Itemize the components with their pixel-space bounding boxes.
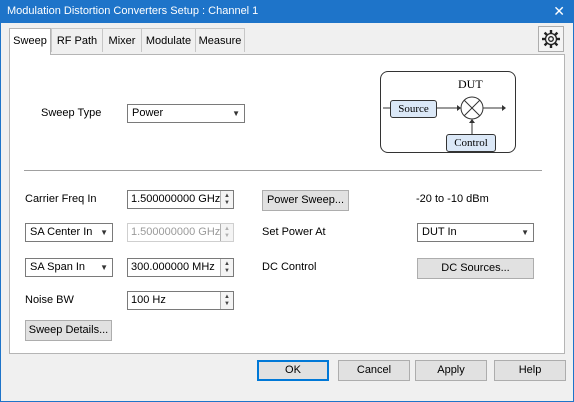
sa-span-select-value: SA Span In xyxy=(30,261,86,273)
dc-control-label: DC Control xyxy=(262,261,317,273)
sa-span-input[interactable]: 300.000000 MHz ▲ ▼ xyxy=(127,258,234,277)
sweep-type-select[interactable]: Power ▼ xyxy=(127,104,245,123)
sa-span-value: 300.000000 MHz xyxy=(131,261,215,273)
tab-measure[interactable]: Measure xyxy=(195,28,245,52)
noise-bw-label: Noise BW xyxy=(25,294,74,306)
sa-center-select[interactable]: SA Center In ▼ xyxy=(25,223,113,242)
chevron-down-icon: ▼ xyxy=(232,109,240,118)
carrier-freq-spinner[interactable]: ▲ ▼ xyxy=(220,191,233,208)
ok-button[interactable]: OK xyxy=(257,360,329,381)
sa-center-select-value: SA Center In xyxy=(30,226,93,238)
tab-mixer[interactable]: Mixer xyxy=(102,28,142,52)
tab-modulate[interactable]: Modulate xyxy=(141,28,196,52)
chevron-down-icon: ▼ xyxy=(100,228,108,237)
sa-center-input: 1.500000000 GHz ▲ ▼ xyxy=(127,223,234,242)
power-range-text: -20 to -10 dBm xyxy=(416,193,489,205)
sa-center-spinner: ▲ ▼ xyxy=(220,224,233,241)
chevron-down-icon: ▼ xyxy=(100,263,108,272)
close-icon[interactable]: ✕ xyxy=(553,3,565,20)
power-sweep-button[interactable]: Power Sweep... xyxy=(262,190,349,211)
tab-rf-path[interactable]: RF Path xyxy=(51,28,103,52)
dut-diagram: DUT Source Control xyxy=(380,71,516,153)
noise-bw-spinner[interactable]: ▲ ▼ xyxy=(220,292,233,309)
set-power-at-label: Set Power At xyxy=(262,226,326,238)
noise-bw-input[interactable]: 100 Hz ▲ ▼ xyxy=(127,291,234,310)
sweep-type-label: Sweep Type xyxy=(41,107,102,119)
set-power-at-select[interactable]: DUT In ▼ xyxy=(417,223,534,242)
tab-sweep[interactable]: Sweep xyxy=(9,28,51,55)
sa-center-value: 1.500000000 GHz xyxy=(131,226,221,238)
section-divider xyxy=(24,170,542,171)
sweep-type-value: Power xyxy=(132,107,164,119)
sa-span-select[interactable]: SA Span In ▼ xyxy=(25,258,113,277)
settings-button[interactable] xyxy=(538,26,564,52)
sweep-tab-panel: Sweep Type Power ▼ DUT Source Control Ca… xyxy=(9,54,565,354)
set-power-at-value: DUT In xyxy=(422,226,457,238)
sa-span-spinner[interactable]: ▲ ▼ xyxy=(220,259,233,276)
help-button[interactable]: Help xyxy=(494,360,566,381)
carrier-freq-input[interactable]: 1.500000000 GHz ▲ ▼ xyxy=(127,190,234,209)
gear-icon xyxy=(542,30,560,48)
dialog-window: Modulation Distortion Converters Setup :… xyxy=(0,0,574,402)
carrier-freq-value: 1.500000000 GHz xyxy=(131,193,221,205)
window-title: Modulation Distortion Converters Setup :… xyxy=(7,5,259,17)
cancel-button[interactable]: Cancel xyxy=(338,360,410,381)
noise-bw-value: 100 Hz xyxy=(131,294,166,306)
title-bar: Modulation Distortion Converters Setup :… xyxy=(1,1,573,23)
sweep-details-button[interactable]: Sweep Details... xyxy=(25,320,112,341)
chevron-down-icon: ▼ xyxy=(521,228,529,237)
dc-sources-button[interactable]: DC Sources... xyxy=(417,258,534,279)
mixer-symbol-icon xyxy=(383,96,506,134)
carrier-freq-label: Carrier Freq In xyxy=(25,193,97,205)
apply-button[interactable]: Apply xyxy=(415,360,487,381)
